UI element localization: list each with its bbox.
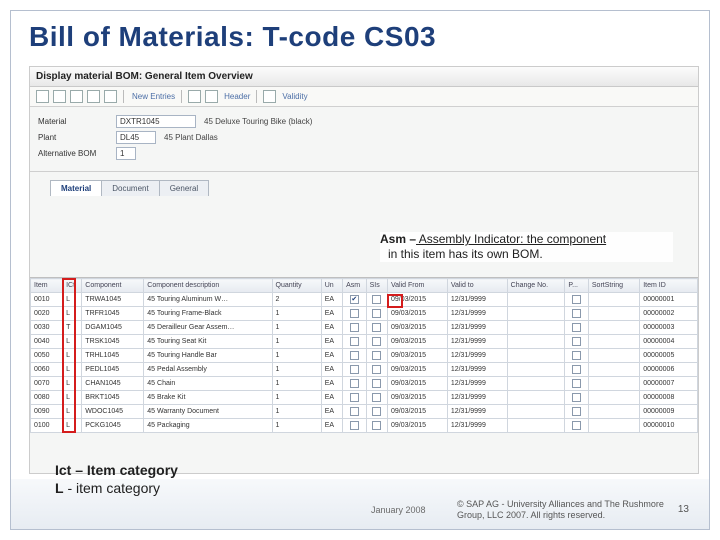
table-row[interactable]: 0070LCHAN104545 Chain1EA09/03/201512/31/… [31, 377, 698, 391]
tab-document[interactable]: Document [101, 180, 159, 196]
tab-strip: Material Document General [30, 180, 698, 196]
toolbar-icon-1[interactable] [36, 90, 49, 103]
window-title: Display material BOM: General Item Overv… [30, 67, 698, 87]
divider [256, 90, 257, 103]
divider [123, 90, 124, 103]
material-label: Material [38, 117, 116, 126]
footer-date: January 2008 [371, 505, 426, 515]
p-checkbox[interactable] [572, 323, 581, 332]
toolbar-icon-3[interactable] [70, 90, 83, 103]
sis-checkbox[interactable] [372, 323, 381, 332]
asm-checkbox[interactable] [350, 365, 359, 374]
new-entries-button[interactable]: New Entries [132, 92, 175, 101]
col-desc[interactable]: Component description [144, 279, 272, 293]
col-itemid[interactable]: Item ID [640, 279, 698, 293]
table-row[interactable]: 0050LTRHL104545 Touring Handle Bar1EA09/… [31, 349, 698, 363]
tab-material[interactable]: Material [50, 180, 102, 196]
material-desc: 45 Deluxe Touring Bike (black) [204, 117, 312, 126]
col-un[interactable]: Un [321, 279, 342, 293]
asm-checkbox[interactable] [350, 295, 359, 304]
col-qty[interactable]: Quantity [272, 279, 321, 293]
altbom-field[interactable]: 1 [116, 147, 136, 160]
asm-checkbox[interactable] [350, 351, 359, 360]
toolbar-icon-4[interactable] [87, 90, 100, 103]
p-checkbox[interactable] [572, 365, 581, 374]
p-checkbox[interactable] [572, 295, 581, 304]
col-sortstring[interactable]: SortString [588, 279, 639, 293]
plant-label: Plant [38, 133, 116, 142]
table-row[interactable]: 0080LBRKT104545 Brake Kit1EA09/03/201512… [31, 391, 698, 405]
material-field[interactable]: DXTR1045 [116, 115, 196, 128]
sis-checkbox[interactable] [372, 393, 381, 402]
p-checkbox[interactable] [572, 379, 581, 388]
plant-desc: 45 Plant Dallas [164, 133, 218, 142]
col-item[interactable]: Item [31, 279, 63, 293]
asm-checkbox[interactable] [350, 379, 359, 388]
col-validfrom[interactable]: Valid From [387, 279, 447, 293]
table-row[interactable]: 0020LTRFR104545 Touring Frame-Black1EA09… [31, 307, 698, 321]
table-row[interactable]: 0040LTRSK104545 Touring Seat Kit1EA09/03… [31, 335, 698, 349]
slide-title: Bill of Materials: T-code CS03 [29, 21, 436, 53]
asm-checkbox[interactable] [350, 337, 359, 346]
asm-checkbox[interactable] [350, 407, 359, 416]
col-sis[interactable]: SIs [366, 279, 387, 293]
bom-table[interactable]: Item ICt Component Component description… [30, 278, 698, 433]
divider [181, 90, 182, 103]
sis-checkbox[interactable] [372, 421, 381, 430]
slide-frame: Bill of Materials: T-code CS03 Display m… [10, 10, 710, 530]
p-checkbox[interactable] [572, 309, 581, 318]
toolbar-icon-subitems[interactable] [104, 90, 117, 103]
sis-checkbox[interactable] [372, 407, 381, 416]
altbom-label: Alternative BOM [38, 149, 116, 158]
p-checkbox[interactable] [572, 421, 581, 430]
table-row[interactable]: 0030TDGAM104545 Derailleur Gear Assem…1E… [31, 321, 698, 335]
sap-window: Display material BOM: General Item Overv… [29, 66, 699, 474]
p-checkbox[interactable] [572, 407, 581, 416]
col-asm[interactable]: Asm [343, 279, 367, 293]
asm-checkbox[interactable] [350, 421, 359, 430]
table-row[interactable]: 0100LPCKG104545 Packaging1EA09/03/201512… [31, 419, 698, 433]
sis-checkbox[interactable] [372, 351, 381, 360]
table-row[interactable]: 0010LTRWA104545 Touring Aluminum W…2EA09… [31, 293, 698, 307]
asm-checkbox[interactable] [350, 323, 359, 332]
toolbar-icon-6[interactable] [205, 90, 218, 103]
toolbar: New Entries Header Validity [30, 87, 698, 107]
sis-checkbox[interactable] [372, 365, 381, 374]
plant-field[interactable]: DL45 [116, 131, 156, 144]
sis-checkbox[interactable] [372, 379, 381, 388]
validity-button[interactable]: Validity [282, 92, 307, 101]
col-p[interactable]: P... [565, 279, 589, 293]
col-component[interactable]: Component [82, 279, 144, 293]
footer-copyright: © SAP AG - University Alliances and The … [457, 499, 667, 521]
p-checkbox[interactable] [572, 393, 581, 402]
table-header-row: Item ICt Component Component description… [31, 279, 698, 293]
table-row[interactable]: 0060LPEDL104545 Pedal Assembly1EA09/03/2… [31, 363, 698, 377]
footer-page-number: 13 [678, 504, 689, 515]
table-row[interactable]: 0090LWDOC104545 Warranty Document1EA09/0… [31, 405, 698, 419]
p-checkbox[interactable] [572, 351, 581, 360]
sis-checkbox[interactable] [372, 295, 381, 304]
asm-checkbox[interactable] [350, 309, 359, 318]
bom-grid: Item ICt Component Component description… [30, 277, 698, 433]
header-button[interactable]: Header [224, 92, 250, 101]
tab-general[interactable]: General [159, 180, 209, 196]
validity-icon[interactable] [263, 90, 276, 103]
asm-checkbox[interactable] [350, 393, 359, 402]
toolbar-icon-2[interactable] [53, 90, 66, 103]
p-checkbox[interactable] [572, 337, 581, 346]
sis-checkbox[interactable] [372, 309, 381, 318]
col-changeno[interactable]: Change No. [507, 279, 565, 293]
sis-checkbox[interactable] [372, 337, 381, 346]
header-form: Material DXTR1045 45 Deluxe Touring Bike… [30, 107, 698, 172]
col-validto[interactable]: Valid to [447, 279, 507, 293]
annotation-ict: Ict – Item category L - item category [55, 461, 178, 497]
annotation-asm: Asm – Assembly Indicator: the component … [380, 232, 673, 262]
toolbar-icon-5[interactable] [188, 90, 201, 103]
col-ict[interactable]: ICt [63, 279, 82, 293]
